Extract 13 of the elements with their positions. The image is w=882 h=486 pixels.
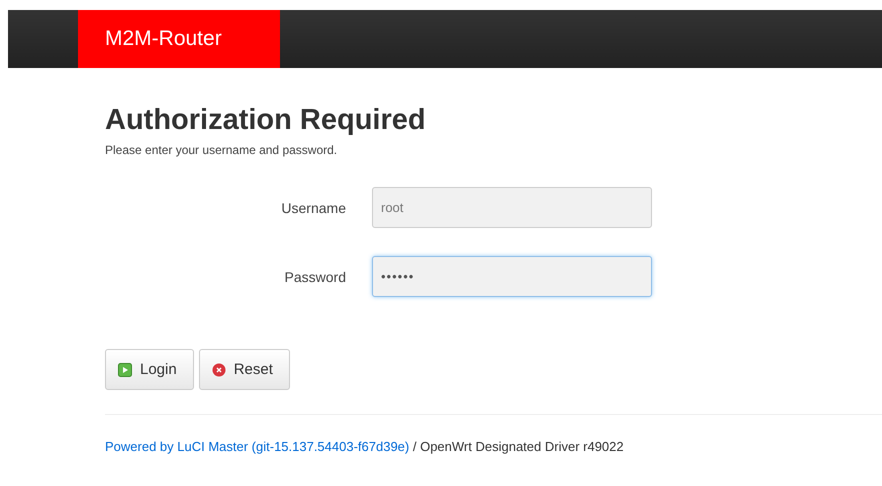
brand-title[interactable]: M2M-Router <box>78 10 280 68</box>
login-button[interactable]: Login <box>105 349 194 390</box>
play-icon <box>118 362 132 376</box>
footer-link[interactable]: Powered by LuCI Master (git-15.137.54403-f67d39e) <box>105 439 410 454</box>
close-icon <box>212 362 226 376</box>
field-label: Username <box>280 200 346 216</box>
field-label: Password <box>284 268 346 284</box>
reset-button[interactable]: Reset <box>198 349 290 390</box>
page-title: Authorization Required <box>105 104 427 137</box>
password-field[interactable]: •••••• <box>372 256 652 297</box>
footer-text: Powered by LuCI Master (git-15.137.54403-f67d39e) / OpenWrt Designated Driver r49022 <box>105 439 625 454</box>
username-field[interactable]: root <box>372 187 652 228</box>
instruction-text: Please enter your username and password. <box>105 143 338 157</box>
